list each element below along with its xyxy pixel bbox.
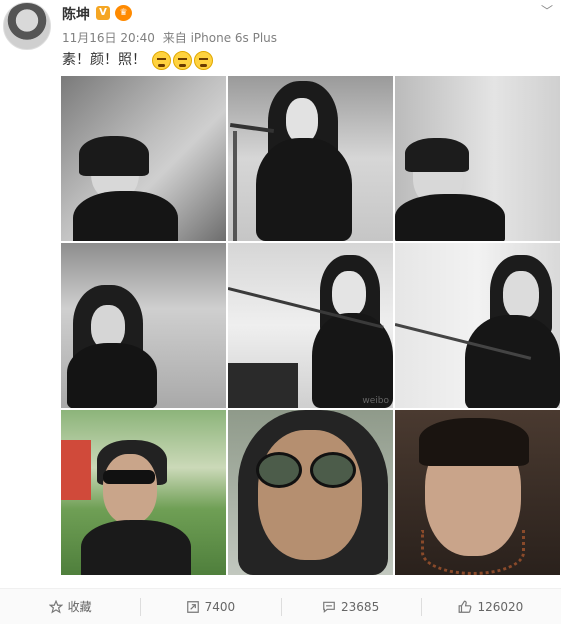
repost-button[interactable]: 7400 [140,589,280,624]
photo-2[interactable] [228,76,393,241]
collect-label: 收藏 [67,600,92,614]
author-name[interactable]: 陈坤 [62,4,90,24]
comment-icon [323,601,335,613]
post-meta: 11月16日 20:40 来自 iPhone 6s Plus [62,29,281,46]
like-button[interactable]: 126020 [420,589,561,624]
comment-count: 23685 [341,599,380,614]
grimace-emoji-icon [152,50,172,70]
post-source: 来自 iPhone 6s Plus [162,31,278,45]
photo-8[interactable] [228,410,393,575]
grimace-emoji-icon [173,50,193,70]
photo-7[interactable] [61,410,226,575]
photo-5[interactable]: weibo [228,243,393,408]
action-bar: 收藏 7400 23685 126020 [0,588,561,624]
photo-3[interactable] [395,76,560,241]
star-icon [48,599,63,614]
grimace-emoji-icon [194,50,214,70]
photo-4[interactable] [61,243,226,408]
chevron-down-icon[interactable]: ﹀ [541,2,553,19]
member-badge-icon: ♛ [115,5,132,21]
repost-count: 7400 [204,599,236,614]
verified-badge-icon: V [96,6,110,20]
comment-button[interactable]: 23685 [280,589,421,624]
photo-9[interactable] [395,410,560,575]
photo-grid: weibo [61,76,560,575]
weibo-post-card: 陈坤 V ♛ ﹀ 11月16日 20:40 来自 iPhone 6s Plus … [0,0,561,624]
avatar[interactable] [3,2,51,50]
share-icon [186,600,199,613]
post-text-content: 素！颜！照！ [62,52,146,68]
post-text: 素！颜！照！ [62,50,214,70]
photo-6[interactable] [395,243,560,408]
photo-1[interactable] [61,76,226,241]
thumbs-up-icon [459,600,472,613]
post-time[interactable]: 11月16日 20:40 [62,31,155,45]
like-count: 126020 [477,599,524,614]
collect-button[interactable]: 收藏 [0,589,140,624]
photo-watermark: weibo [362,396,389,406]
